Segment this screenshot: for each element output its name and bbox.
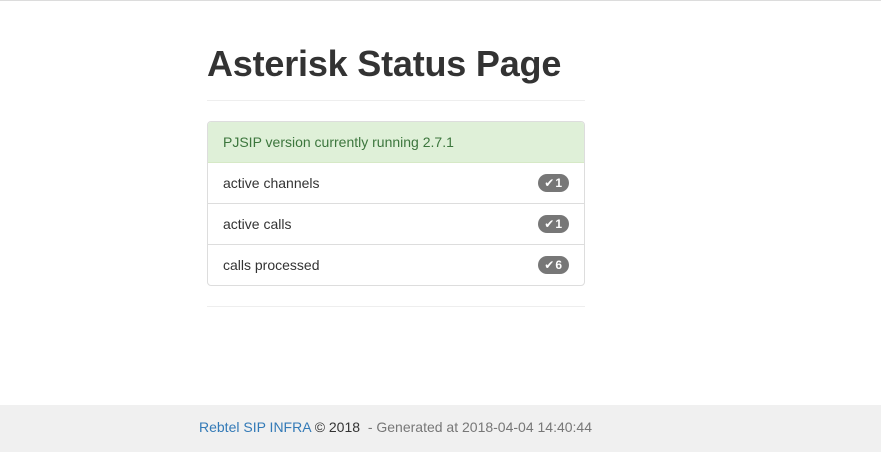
- footer-generated: - Generated at 2018-04-04 14:40:44: [367, 419, 592, 435]
- badge-value: 6: [555, 258, 562, 272]
- list-item-active-calls: active calls ✔1: [208, 204, 584, 245]
- top-divider: [0, 0, 881, 1]
- list-item-label: active calls: [223, 216, 292, 232]
- list-item-label: active channels: [223, 175, 320, 191]
- footer-link[interactable]: Rebtel SIP INFRA: [199, 419, 311, 435]
- footer-text: Rebtel SIP INFRA © 2018 - Generated at 2…: [199, 419, 592, 435]
- badge-value: 1: [555, 217, 562, 231]
- title-divider: [207, 100, 585, 101]
- list-item-label: calls processed: [223, 257, 320, 273]
- check-icon: ✔: [544, 176, 555, 190]
- check-icon: ✔: [544, 258, 555, 272]
- page-title: Asterisk Status Page: [207, 43, 562, 84]
- check-icon: ✔: [544, 217, 555, 231]
- bottom-divider: [207, 306, 585, 307]
- status-badge: ✔6: [538, 256, 569, 274]
- footer-copyright: © 2018: [314, 419, 361, 435]
- status-list: PJSIP version currently running 2.7.1 ac…: [207, 121, 585, 286]
- list-item-calls-processed: calls processed ✔6: [208, 245, 584, 285]
- footer: Rebtel SIP INFRA © 2018 - Generated at 2…: [0, 405, 881, 452]
- badge-value: 1: [555, 176, 562, 190]
- status-badge: ✔1: [538, 215, 569, 233]
- status-badge: ✔1: [538, 174, 569, 192]
- list-item-active-channels: active channels ✔1: [208, 163, 584, 204]
- version-heading: PJSIP version currently running 2.7.1: [208, 122, 584, 163]
